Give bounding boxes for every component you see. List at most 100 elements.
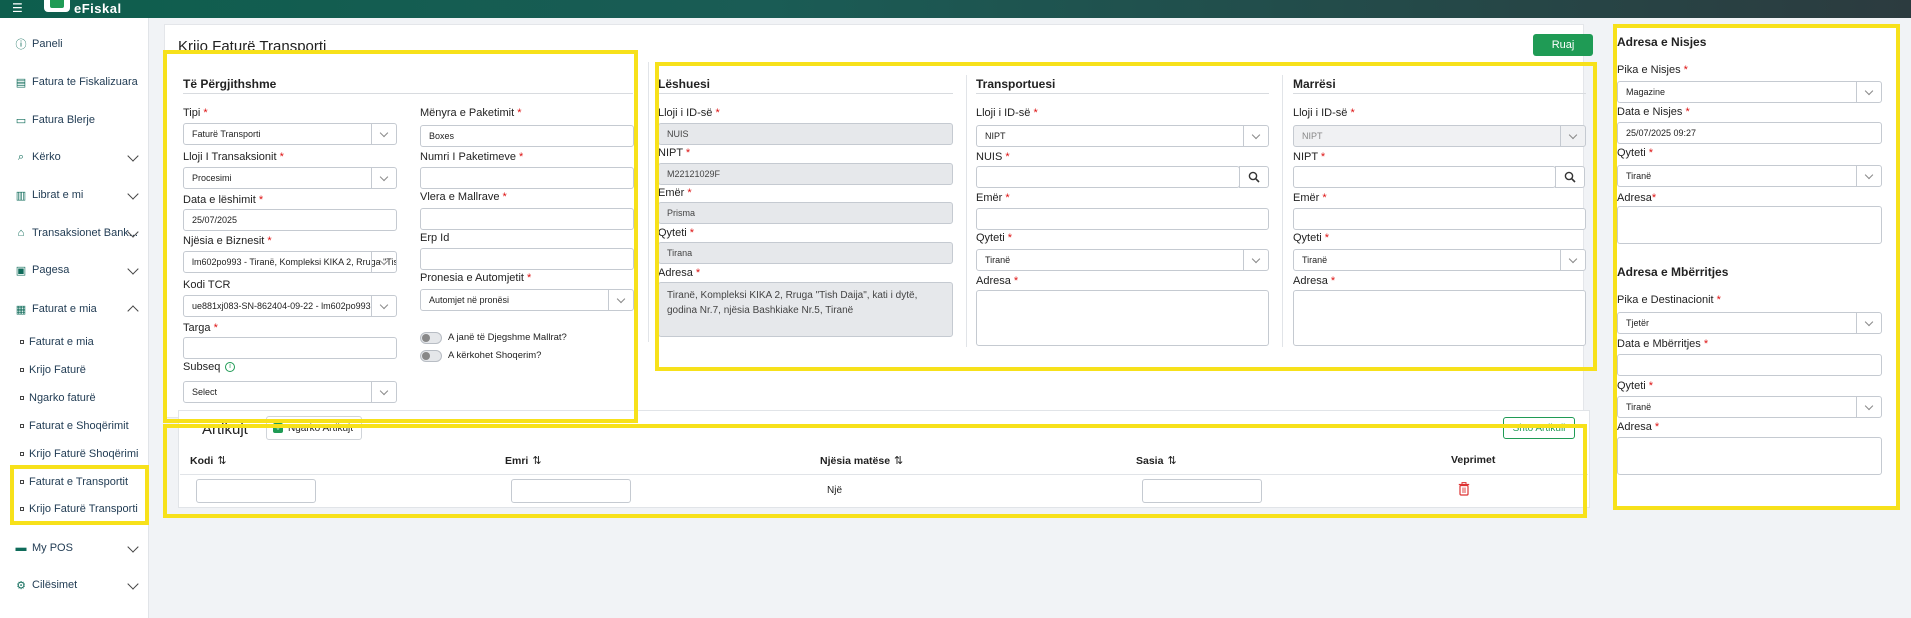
chevron-down-icon [1568, 130, 1578, 140]
sidebar-item-librat[interactable]: ▥ Librat e mi [0, 181, 149, 209]
add-article-button[interactable]: Shto Artikull [1503, 417, 1575, 439]
arrival-point-select[interactable]: Tjetër [1617, 312, 1882, 334]
packing-input[interactable]: Boxes [420, 125, 634, 147]
sidebar-item-cilesimet[interactable]: ⚙ Cilësimet [0, 571, 149, 599]
bullet-icon [20, 480, 24, 484]
receiver-search-button[interactable] [1555, 166, 1585, 188]
hamburger-menu-icon[interactable]: ☰ [12, 2, 23, 14]
sort-icon[interactable]: ⇅ [1167, 455, 1176, 467]
flammable-label: A janë të Djegshme Mallrat? [448, 332, 567, 343]
subseq-label: Subseq [183, 361, 221, 373]
info-icon: ⓘ [15, 39, 27, 51]
sidebar-item-pagesa[interactable]: ▣ Pagesa [0, 256, 149, 284]
sidebar-item-label: My POS [32, 542, 73, 554]
info-icon[interactable]: i [225, 362, 235, 372]
departure-address-input[interactable] [1617, 206, 1882, 244]
issuer-name-label: Emër * [658, 187, 692, 199]
chevron-down-icon [379, 128, 389, 138]
column-header-name[interactable]: Emri ⇅ [505, 454, 542, 467]
button-label: Ngarko Artikujt [288, 422, 354, 434]
ownership-select[interactable]: Automjet në pronësi [420, 289, 634, 311]
transporter-search-button[interactable] [1239, 166, 1269, 188]
flammable-toggle[interactable] [420, 332, 442, 344]
sidebar-item-mypos[interactable]: ▬ My POS [0, 534, 149, 562]
sidebar-item-fiskalizuara[interactable]: ▤ Fatura te Fiskalizuara [0, 68, 149, 96]
transporter-nuis-label: NUIS * [976, 151, 1010, 163]
departure-section-title: Adresa e Nisjes [1617, 35, 1707, 49]
chevron-down-icon [379, 256, 389, 266]
packages-input[interactable] [420, 167, 634, 189]
subitem-label: Ngarko faturë [29, 392, 96, 404]
column-header-code[interactable]: Kodi ⇅ [190, 454, 227, 467]
upload-articles-button[interactable]: + Ngarko Artikujt [266, 416, 362, 440]
plate-input[interactable] [183, 337, 397, 359]
arrival-date-input[interactable] [1617, 354, 1882, 376]
search-icon [1248, 171, 1260, 183]
divider [1293, 93, 1586, 94]
sidebar-subitem-krijo-fature-transporti[interactable]: Krijo Faturë Transporti [0, 497, 149, 521]
general-section-title: Të Përgjithshme [183, 77, 277, 91]
receiver-name-label: Emër * [1293, 192, 1327, 204]
transaction-select[interactable]: Procesimi [183, 167, 397, 189]
chevron-down-icon [127, 541, 139, 553]
receiver-name-input[interactable] [1293, 208, 1586, 230]
transporter-name-label: Emër * [976, 192, 1010, 204]
business-unit-select[interactable]: lm602po993 - Tiranë, Kompleksi KIKA 2, R… [183, 251, 397, 273]
departure-city-select[interactable]: Tiranë [1617, 165, 1882, 187]
departure-date-input[interactable]: 25/07/2025 09:27 [1617, 122, 1882, 144]
tcr-select[interactable]: ue881xj083-SN-862404-09-22 - lm602po993 [183, 295, 397, 317]
code-input[interactable] [196, 479, 316, 503]
sidebar-subitem[interactable]: Krijo Faturë Shoqërimi [0, 442, 149, 466]
trash-icon[interactable] [1458, 482, 1470, 496]
departure-point-select[interactable]: Magazine [1617, 81, 1882, 103]
sidebar-item-faturat[interactable]: ▦ Faturat e mia [0, 295, 149, 323]
column-header-quantity[interactable]: Sasia ⇅ [1136, 454, 1177, 467]
receiver-nipt-input[interactable] [1293, 166, 1556, 188]
sidebar-item-label: Pagesa [32, 264, 70, 276]
sort-icon[interactable]: ⇅ [532, 455, 541, 467]
sidebar-item-paneli[interactable]: ⓘ Paneli [0, 30, 149, 58]
goods-value-input[interactable] [420, 208, 634, 230]
sidebar-item-kerko[interactable]: ⌕ Kërko [0, 143, 149, 171]
column-header-actions: Veprimet [1451, 454, 1496, 466]
bank-icon: ⌂ [17, 227, 25, 239]
app-logo[interactable] [44, 0, 70, 12]
sidebar-subitem[interactable]: Ngarko faturë [0, 386, 149, 410]
departure-address-label: Adresa* [1617, 192, 1657, 204]
sort-icon[interactable]: ⇅ [894, 455, 903, 467]
column-header-unit[interactable]: Njësia matëse ⇅ [820, 454, 903, 467]
sidebar-subitem-faturat-transportit[interactable]: Faturat e Transportit [0, 470, 149, 494]
articles-title: Artikujt [202, 421, 248, 438]
name-input[interactable] [511, 479, 631, 503]
sidebar-subitem[interactable]: Faturat e Shoqërimit [0, 414, 149, 438]
receiver-id-type-select[interactable]: NIPT [1293, 125, 1586, 147]
receiver-city-select[interactable]: Tiranë [1293, 249, 1586, 271]
sidebar-subitem[interactable]: Faturat e mia [0, 330, 149, 354]
quantity-input[interactable] [1142, 479, 1262, 503]
save-button[interactable]: Ruaj [1533, 34, 1593, 56]
issue-date-input[interactable]: 25/07/2025 [183, 209, 397, 231]
receiver-nipt-label: NIPT * [1293, 151, 1326, 163]
subseq-select[interactable]: Select [183, 381, 397, 403]
sidebar-item-blerje[interactable]: ▭ Fatura Blerje [0, 106, 149, 134]
transporter-nuis-input[interactable] [976, 166, 1240, 188]
transporter-address-input[interactable] [976, 290, 1269, 346]
transporter-city-select[interactable]: Tiranë [976, 249, 1269, 271]
top-bar: ☰ eFiskal [0, 0, 1911, 18]
search-icon [1564, 171, 1576, 183]
transporter-city-label: Qyteti * [976, 232, 1013, 244]
arrival-city-select[interactable]: Tiranë [1617, 396, 1882, 418]
type-select[interactable]: Faturë Transporti [183, 123, 397, 145]
transporter-id-type-select[interactable]: NIPT [976, 125, 1269, 147]
escort-toggle[interactable] [420, 350, 442, 362]
receiver-address-input[interactable] [1293, 290, 1586, 346]
sort-icon[interactable]: ⇅ [217, 455, 226, 467]
issuer-city-field: Tirana [658, 242, 953, 264]
arrival-address-input[interactable] [1617, 437, 1882, 475]
divider [658, 93, 953, 94]
transporter-name-input[interactable] [976, 208, 1269, 230]
erp-input[interactable] [420, 248, 634, 270]
sidebar-item-transaksionet[interactable]: ⌂ Transaksionet Bank... [0, 219, 149, 247]
escort-label: A kërkohet Shoqerim? [448, 350, 542, 361]
sidebar-subitem[interactable]: Krijo Faturë [0, 358, 149, 382]
